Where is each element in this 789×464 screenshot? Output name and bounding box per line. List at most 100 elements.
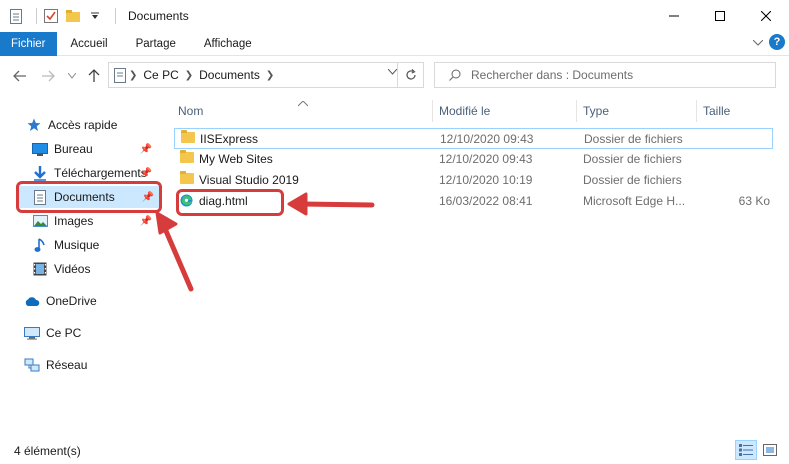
file-row[interactable]: IISExpress 12/10/2020 09:43 Dossier de f… [174,128,773,149]
sidebar-item-label: Vidéos [54,262,91,276]
details-view-icon[interactable] [735,440,757,460]
column-header-size[interactable]: Taille [703,100,730,122]
desktop-icon [32,141,48,157]
search-placeholder: Rechercher dans : Documents [471,68,634,82]
separator [36,8,37,24]
up-button[interactable] [84,66,104,86]
chevron-right-icon[interactable]: ❯ [266,70,274,81]
forward-button[interactable] [38,66,58,86]
sidebar-item-label: Bureau [54,142,93,156]
folder-icon [181,130,195,144]
chevron-down-icon[interactable] [387,67,398,78]
quick-access-toolbar [8,8,122,24]
cloud-icon [24,293,40,309]
file-date: 12/10/2020 09:43 [439,152,533,166]
column-header-date[interactable]: Modifié le [439,100,490,122]
download-icon [32,165,48,181]
window-controls [651,0,789,32]
pin-icon[interactable]: 📌 [140,168,152,179]
chevron-right-icon[interactable]: ❯ [185,70,193,81]
file-name: Visual Studio 2019 [199,173,299,187]
help-icon[interactable]: ? [769,34,785,50]
navigation-bar: ❯ Ce PC ❯ Documents ❯ Rechercher dans : … [0,56,789,96]
large-icons-view-icon[interactable] [759,440,781,460]
file-type: Dossier de fichiers [583,173,682,187]
file-name: My Web Sites [199,152,273,166]
sort-indicator-icon [297,96,309,110]
file-date: 12/10/2020 09:43 [440,132,534,146]
file-type: Dossier de fichiers [584,132,683,146]
file-size: 63 Ko [738,194,770,208]
sidebar-item-label: Ce PC [46,326,82,340]
item-count: 4 élément(s) [14,444,81,458]
pin-icon[interactable]: 📌 [140,144,152,155]
tab-view[interactable]: Affichage [190,32,266,56]
back-button[interactable] [10,66,30,86]
search-input[interactable]: Rechercher dans : Documents [434,62,776,88]
sidebar-item-label: OneDrive [46,294,97,308]
sidebar-item-onedrive[interactable]: OneDrive [24,290,166,312]
view-switcher [735,440,781,460]
highlight-box-documents [16,181,162,213]
properties-icon[interactable] [43,8,59,24]
sidebar-item-videos[interactable]: Vidéos [32,258,158,280]
chevron-right-icon[interactable]: ❯ [129,70,137,81]
expand-ribbon-icon[interactable] [752,35,764,49]
highlight-box-diag-html [176,189,284,216]
column-header-name[interactable]: Nom [178,100,203,122]
file-date: 12/10/2020 10:19 [439,173,533,187]
sidebar-item-label: Accès rapide [48,118,118,132]
breadcrumb-documents[interactable]: Documents [199,68,260,82]
maximize-button[interactable] [697,0,743,32]
sidebar-item-desktop[interactable]: Bureau 📌 [32,138,158,160]
sidebar-item-network[interactable]: Réseau [24,354,166,376]
file-name: IISExpress [200,132,259,146]
network-icon [24,357,40,373]
window-title: Documents [128,9,189,23]
customize-dropdown-icon[interactable] [87,8,103,24]
column-divider[interactable] [432,100,433,122]
document-icon[interactable] [8,8,24,24]
images-icon [32,213,48,229]
column-header-type[interactable]: Type [583,100,609,122]
sidebar-item-quick-access[interactable]: Accès rapide [26,114,168,136]
file-row[interactable]: Visual Studio 2019 12/10/2020 10:19 Doss… [174,170,773,191]
navigation-pane: Accès rapide Bureau 📌 Téléchargements 📌 … [0,100,164,440]
ribbon-right: ? [752,34,785,50]
new-folder-icon[interactable] [65,8,81,24]
close-button[interactable] [743,0,789,32]
file-type: Dossier de fichiers [583,152,682,166]
computer-icon [24,325,40,341]
refresh-button[interactable] [397,63,423,87]
breadcrumb-this-pc[interactable]: Ce PC [143,68,178,82]
documents-location-icon [114,67,126,83]
star-icon [26,117,42,133]
file-date: 16/03/2022 08:41 [439,194,533,208]
pin-icon[interactable]: 📌 [140,216,152,227]
file-type: Microsoft Edge H... [583,194,686,208]
sidebar-item-this-pc[interactable]: Ce PC [24,322,166,344]
sidebar-item-label: Téléchargements [54,166,147,180]
videos-icon [32,261,48,277]
ribbon-tabs: Fichier Accueil Partage Affichage ? [0,31,789,56]
sidebar-item-label: Images [54,214,94,228]
minimize-button[interactable] [651,0,697,32]
sidebar-item-label: Réseau [46,358,88,372]
column-divider[interactable] [576,100,577,122]
address-bar[interactable]: ❯ Ce PC ❯ Documents ❯ [108,62,424,88]
tab-share[interactable]: Partage [122,32,190,56]
folder-icon [180,150,194,164]
title-bar: Documents [0,0,789,32]
sidebar-item-music[interactable]: Musique [32,234,158,256]
sidebar-item-label: Musique [54,238,100,252]
music-icon [32,237,48,253]
column-divider[interactable] [696,100,697,122]
sidebar-item-images[interactable]: Images 📌 [32,210,158,232]
folder-icon [180,171,194,185]
search-icon [449,69,461,81]
tab-home[interactable]: Accueil [57,32,122,56]
recent-locations-icon[interactable] [62,66,82,86]
tab-file[interactable]: Fichier [0,31,57,56]
separator [115,8,116,24]
file-row[interactable]: My Web Sites 12/10/2020 09:43 Dossier de… [174,149,773,170]
